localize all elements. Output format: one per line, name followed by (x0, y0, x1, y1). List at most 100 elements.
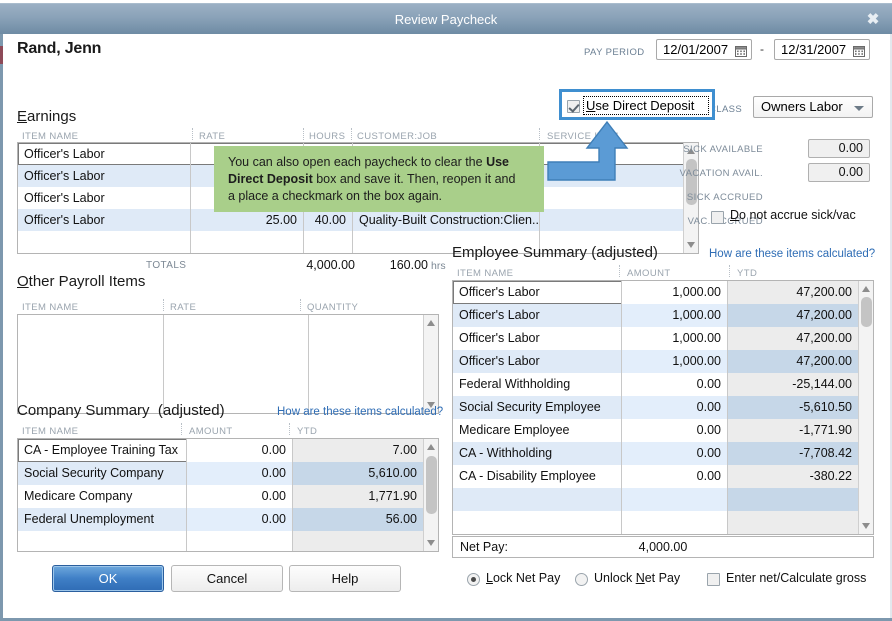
table-row[interactable]: Officer's Labor 25.00 40.00 Quality-Built C… (18, 209, 698, 231)
table-row[interactable]: Officer's Labor 1,000.00 47,200.00 (453, 350, 873, 373)
table-cell-item: CA - Employee Training Tax (24, 443, 179, 457)
do-not-accrue-checkbox[interactable] (711, 211, 724, 224)
title-bar: Review Paycheck ✖ (0, 3, 892, 34)
table-row[interactable] (18, 531, 438, 551)
accel-char: N (635, 571, 645, 585)
table-row[interactable]: CA - Employee Training Tax 0.00 7.00 (18, 439, 438, 462)
table-cell-item: CA - Withholding (459, 446, 553, 460)
sick-available-field[interactable]: 0.00 (808, 139, 870, 158)
use-direct-deposit-label[interactable]: Use Direct Deposit (586, 98, 694, 113)
unlock-net-pay-radio[interactable] (575, 573, 588, 586)
column-separator (351, 128, 352, 140)
table-row[interactable]: CA - Disability Employee 0.00 -380.22 (453, 465, 873, 488)
table-row[interactable]: Medicare Employee 0.00 -1,771.90 (453, 419, 873, 442)
column-separator (163, 299, 164, 311)
do-not-accrue-label[interactable]: Do not accrue sick/vac (730, 208, 856, 222)
employee-summary-help-link[interactable]: How are these items calculated? (709, 248, 875, 260)
annotation-arrow (543, 118, 653, 188)
table-cell-ytd: -25,144.00 (728, 373, 858, 396)
table-cell-ytd: 7.00 (293, 439, 423, 462)
table-row[interactable]: Officer's Labor 1,000.00 47,200.00 (453, 327, 873, 350)
employee-summary-heading: Employee Summary (adjusted) (452, 244, 658, 261)
table-cell-amount: 0.00 (622, 373, 727, 396)
scroll-up-arrow[interactable] (424, 316, 438, 330)
scroll-up-arrow[interactable] (424, 440, 438, 454)
accel-char: O (17, 273, 29, 290)
vertical-scrollbar[interactable] (423, 315, 438, 413)
calendar-icon[interactable] (853, 44, 865, 57)
scrollbar-thumb[interactable] (861, 297, 872, 327)
vacation-avail-field[interactable]: 0.00 (808, 163, 870, 182)
chevron-down-icon (854, 106, 864, 111)
company-col-item-name: ITEM NAME (22, 426, 79, 437)
column-separator (619, 265, 620, 277)
table-cell-item (18, 531, 186, 551)
label-rest: o not accrue sick/vac (739, 208, 856, 222)
table-cell-item: Federal Unemployment (24, 512, 154, 526)
vertical-scrollbar[interactable] (858, 281, 873, 534)
scrollbar-thumb[interactable] (426, 456, 437, 514)
table-cell-item: Social Security Company (24, 466, 164, 480)
table-cell-item: Medicare Employee (459, 423, 570, 437)
table-cell-ytd: 47,200.00 (728, 281, 858, 304)
table-row[interactable]: CA - Withholding 0.00 -7,708.42 (453, 442, 873, 465)
other-payroll-table[interactable] (17, 314, 439, 414)
label-rest: se Direct Deposit (595, 98, 695, 113)
table-cell-amount: 0.00 (187, 485, 292, 508)
table-row[interactable] (453, 511, 873, 534)
scroll-down-arrow[interactable] (424, 536, 438, 550)
column-divider (163, 315, 164, 413)
table-cell-rate: 25.00 (265, 213, 297, 227)
sick-available-label: SICK AVAILABLE (683, 144, 763, 155)
table-cell-amount: 1,000.00 (622, 304, 727, 327)
table-row[interactable]: Social Security Employee 0.00 -5,610.50 (453, 396, 873, 419)
table-cell-amount (622, 511, 727, 534)
table-row[interactable]: Officer's Labor 1,000.00 47,200.00 (453, 281, 873, 304)
pay-period-end-input[interactable]: 12/31/2007 (774, 39, 870, 60)
table-cell-item: CA - Disability Employee (459, 469, 596, 483)
earnings-totals-label: TOTALS (146, 260, 187, 271)
employee-summary-table[interactable]: Officer's Labor 1,000.00 47,200.00 Officer'… (452, 280, 874, 535)
lock-net-pay-radio[interactable] (467, 573, 480, 586)
cancel-button[interactable]: Cancel (171, 565, 283, 592)
table-row[interactable]: Federal Unemployment 0.00 56.00 (18, 508, 438, 531)
company-col-ytd: YTD (297, 426, 318, 437)
help-button[interactable]: Help (289, 565, 401, 592)
enter-net-calculate-gross-label[interactable]: Enter net/Calculate gross (726, 571, 866, 585)
pay-period-start-input[interactable]: 12/01/2007 (656, 39, 752, 60)
class-dropdown[interactable]: Owners Labor (753, 96, 873, 118)
ok-button[interactable]: OK (52, 565, 164, 592)
heading-suffix: (adjusted) (157, 402, 225, 419)
table-cell-item: Officer's Labor (459, 285, 540, 299)
table-cell-ytd: -7,708.42 (728, 442, 858, 465)
sick-accrued-label: SICK ACCRUED (686, 192, 763, 203)
table-row[interactable]: Medicare Company 0.00 1,771.90 (18, 485, 438, 508)
enter-net-calculate-gross-checkbox[interactable] (707, 573, 720, 586)
scroll-down-arrow[interactable] (684, 238, 698, 252)
table-row[interactable]: Federal Withholding 0.00 -25,144.00 (453, 373, 873, 396)
pay-period-end-value: 12/31/2007 (781, 42, 847, 57)
vertical-scrollbar[interactable] (423, 439, 438, 551)
table-row[interactable]: Social Security Company 0.00 5,610.00 (18, 462, 438, 485)
scroll-up-arrow[interactable] (859, 282, 873, 296)
pay-period-label: PAY PERIOD (584, 47, 645, 58)
table-cell-amount (187, 531, 292, 551)
callout-line1a: You can also open each paycheck to clear… (228, 155, 487, 169)
scroll-down-arrow[interactable] (859, 519, 873, 533)
heading-rest: arnings (27, 108, 77, 125)
table-cell-item: Officer's Labor (24, 191, 105, 205)
unlock-net-pay-label[interactable]: Unlock Net Pay (594, 571, 680, 585)
close-icon[interactable]: ✖ (864, 11, 882, 29)
table-row[interactable]: Officer's Labor 1,000.00 47,200.00 (453, 304, 873, 327)
table-row[interactable] (453, 488, 873, 511)
class-value: Owners Labor (761, 99, 843, 114)
lock-net-pay-label[interactable]: Lock Net Pay (486, 571, 560, 585)
calendar-icon[interactable] (735, 44, 747, 57)
company-summary-table[interactable]: CA - Employee Training Tax 0.00 7.00 Social… (17, 438, 439, 552)
employee-col-item-name: ITEM NAME (457, 268, 514, 279)
company-summary-heading: Company Summary (adjusted) (17, 402, 225, 419)
table-cell-item: Officer's Labor (24, 169, 105, 183)
label-pre: Enter net/Calculate (726, 571, 836, 585)
use-direct-deposit-checkbox[interactable] (567, 100, 580, 113)
company-summary-help-link[interactable]: How are these items calculated? (277, 406, 443, 418)
